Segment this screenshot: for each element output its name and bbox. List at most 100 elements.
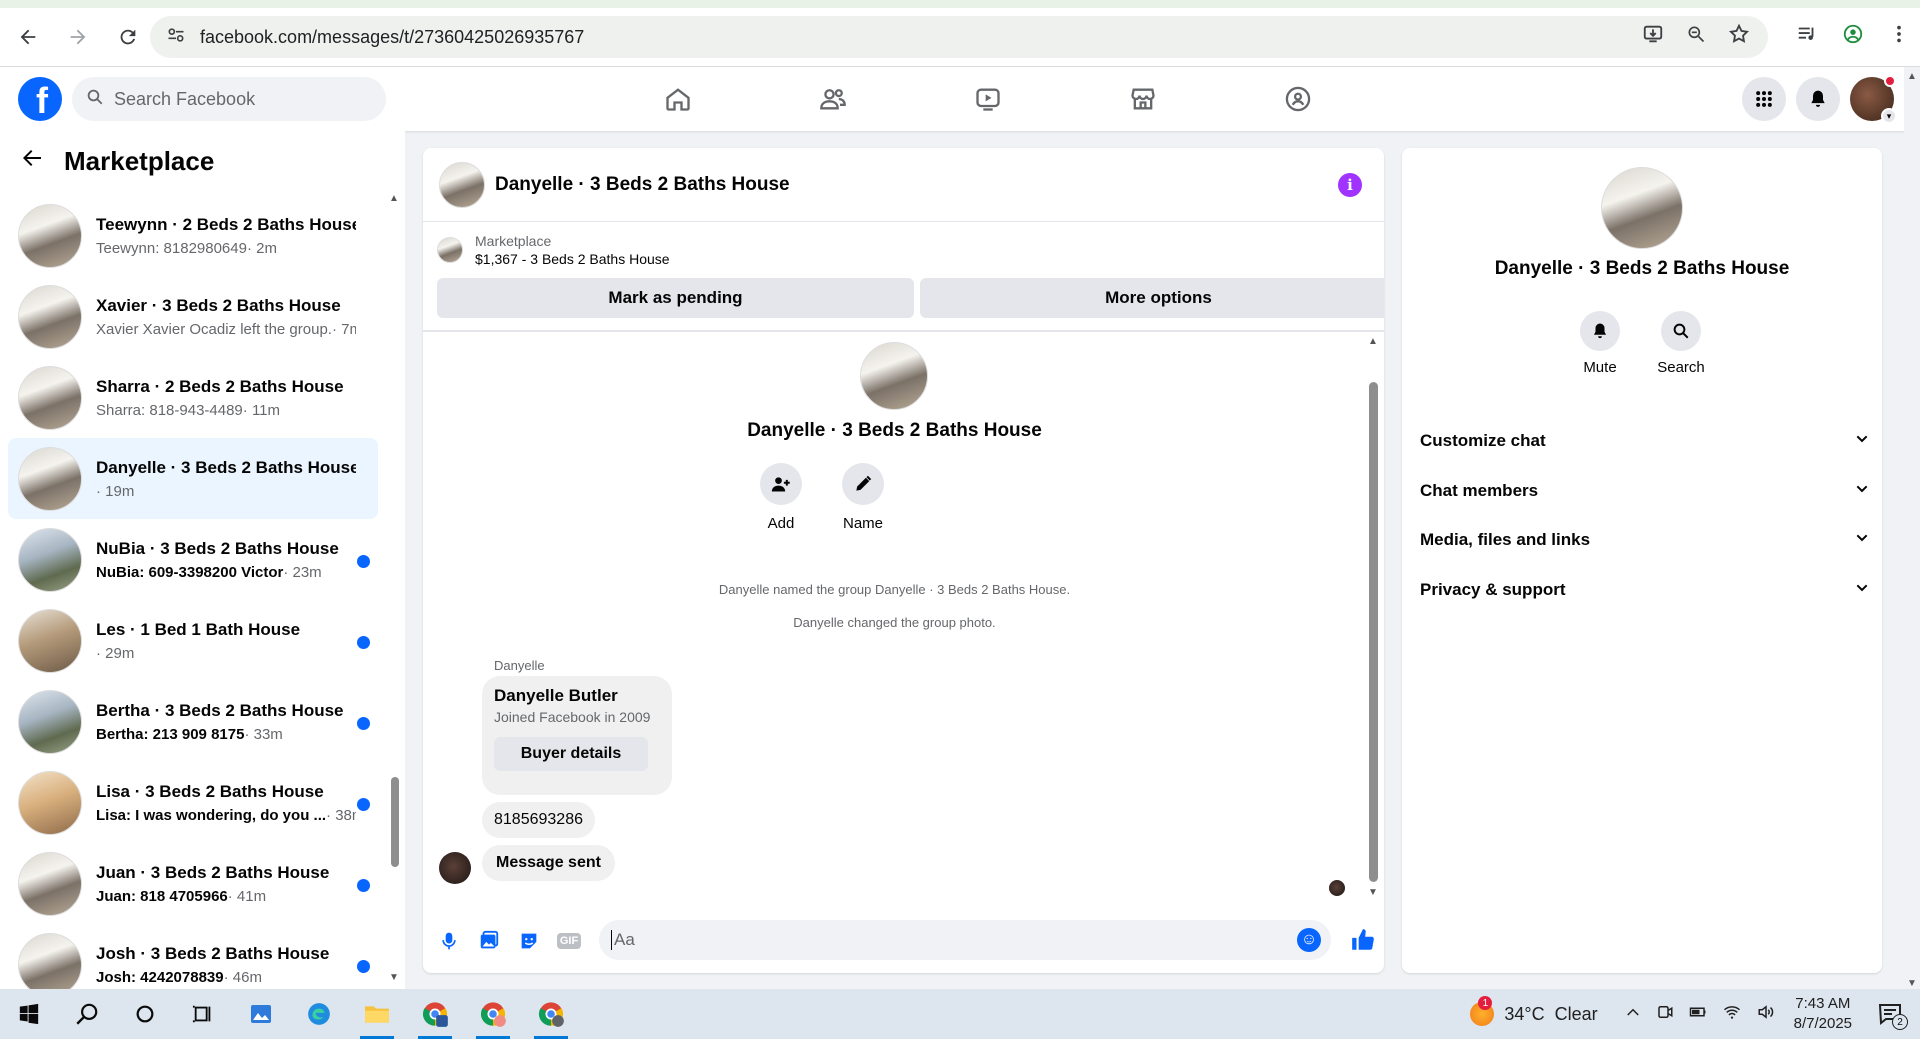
group-photo[interactable] [1601,167,1683,249]
message-bubble[interactable]: 8185693286 [482,802,595,838]
gif-icon[interactable]: GIF [549,921,589,961]
groups-icon[interactable] [1220,67,1375,131]
back-arrow-icon[interactable] [20,145,44,177]
scroll-up-icon[interactable]: ▲ [1368,336,1378,347]
browser-menu-icon[interactable] [1888,23,1910,51]
chat-members-row[interactable]: Chat members [1420,471,1870,511]
system-message: Danyelle changed the group photo. [793,615,996,630]
conversation-item[interactable]: Les · 1 Bed 1 Bath House · 29m [8,600,378,681]
search-action[interactable]: Search [1651,311,1711,376]
account-avatar[interactable]: ▾ [1850,75,1897,124]
sticker-icon[interactable] [509,921,549,961]
scroll-down-icon[interactable]: ▼ [389,972,399,983]
conversation-item[interactable]: NuBia · 3 Beds 2 Baths House NuBia: 609-… [8,519,378,600]
wifi-icon[interactable] [1722,1003,1742,1026]
cortana-icon[interactable] [116,989,174,1039]
edge-browser-icon[interactable] [290,989,348,1039]
conversation-item[interactable]: Lisa · 3 Beds 2 Baths House Lisa: I was … [8,762,378,843]
name-group-action[interactable]: Name [833,463,893,532]
chrome-profile-icon[interactable] [464,989,522,1039]
message-bubble[interactable]: Message sent [482,845,615,881]
pencil-icon[interactable] [842,463,884,505]
scroll-down-icon[interactable]: ▼ [1368,887,1378,898]
search-placeholder[interactable]: Search Facebook [114,89,255,110]
scroll-up-icon[interactable]: ▲ [1907,71,1917,82]
conversation-item[interactable]: Xavier · 3 Beds 2 Baths House Xavier Xav… [8,276,378,357]
clock[interactable]: 7:43 AM 8/7/2025 [1794,994,1852,1034]
scroll-down-icon[interactable]: ▼ [1907,978,1917,989]
profile-icon[interactable] [1842,23,1864,51]
unread-dot [357,717,370,730]
scrollbar-thumb[interactable] [391,777,399,867]
windows-start-icon[interactable] [0,989,58,1039]
message-input[interactable]: Aa ☺ [599,920,1331,960]
windows-taskbar: 1 34°C Clear 7:43 AM 8/7/2025 2 [0,989,1920,1039]
conversation-item[interactable]: Sharra · 2 Beds 2 Baths House Sharra: 81… [8,357,378,438]
file-explorer-icon[interactable] [348,989,406,1039]
address-bar[interactable]: facebook.com/messages/t/2736042502693576… [150,16,1768,58]
mark-as-pending-button[interactable]: Mark as pending [437,278,914,318]
buyer-details-button[interactable]: Buyer details [494,737,648,771]
marketplace-icon[interactable] [1065,67,1220,131]
conversation-item[interactable]: Juan · 3 Beds 2 Baths House Juan: 818 47… [8,843,378,924]
chevron-up-icon[interactable] [1624,1003,1642,1026]
back-icon[interactable] [6,15,50,59]
forward-icon[interactable] [56,15,100,59]
install-app-icon[interactable] [1642,23,1664,51]
reload-icon[interactable] [106,15,150,59]
info-icon[interactable]: i [1338,173,1362,197]
battery-icon[interactable] [1688,1003,1708,1026]
conversation-title: NuBia · 3 Beds 2 Baths House [96,538,339,558]
site-info-icon[interactable] [166,25,186,50]
conversation-item[interactable]: Bertha · 3 Beds 2 Baths House Bertha: 21… [8,681,378,762]
media-files-links-row[interactable]: Media, files and links [1420,520,1870,560]
thread-scrollbar[interactable]: ▲ ▼ [1366,332,1380,902]
notifications-bell-icon[interactable] [1796,77,1840,121]
chat-title[interactable]: Danyelle · 3 Beds 2 Baths House [495,174,790,196]
media-control-icon[interactable] [1796,23,1818,51]
chrome-word-icon[interactable] [406,989,464,1039]
video-icon[interactable] [910,67,1065,131]
section-label: Chat members [1420,481,1539,500]
meet-now-icon[interactable] [1656,1003,1674,1026]
scroll-up-icon[interactable]: ▲ [389,193,399,204]
bookmark-star-icon[interactable] [1728,23,1750,51]
more-options-button[interactable]: More options [920,278,1384,318]
task-view-icon[interactable] [174,989,232,1039]
facebook-logo-icon[interactable]: f [18,77,62,121]
thumbs-up-icon[interactable] [1343,920,1383,960]
add-person-icon[interactable] [760,463,802,505]
conversation-item[interactable]: Teewynn · 2 Beds 2 Baths House Teewynn: … [8,195,378,276]
menu-grid-icon[interactable] [1742,77,1786,121]
marketplace-listing[interactable]: Marketplace $1,367 - 3 Beds 2 Baths Hous… [437,233,670,267]
chrome-active-icon[interactable] [522,989,580,1039]
sidebar-scrollbar[interactable]: ▲ ▼ [389,193,401,983]
emoji-icon[interactable]: ☺ [1297,928,1321,952]
photo-icon[interactable] [469,921,509,961]
photos-app-icon[interactable] [232,989,290,1039]
bell-icon[interactable] [1580,311,1620,351]
volume-icon[interactable] [1756,1003,1776,1026]
url-text[interactable]: facebook.com/messages/t/2736042502693576… [200,27,584,48]
facebook-search[interactable]: Search Facebook [72,77,386,121]
taskbar-search-icon[interactable] [58,989,116,1039]
search-icon[interactable] [1661,311,1701,351]
zoom-icon[interactable] [1686,24,1706,50]
scrollbar-thumb[interactable] [1369,382,1378,882]
privacy-support-row[interactable]: Privacy & support [1420,570,1870,610]
home-icon[interactable] [600,67,755,131]
page-scrollbar[interactable]: ▲ ▼ [1904,67,1920,989]
chat-thumbnail[interactable] [439,161,485,208]
sender-avatar[interactable] [439,852,471,884]
conversation-item-active[interactable]: Danyelle · 3 Beds 2 Baths House · 19m [8,438,378,519]
customize-chat-row[interactable]: Customize chat [1420,421,1870,461]
friends-icon[interactable] [755,67,910,131]
weather-widget[interactable]: 1 34°C Clear [1470,996,1598,1026]
mute-action[interactable]: Mute [1570,311,1630,376]
notification-center-icon[interactable]: 2 [1878,1002,1908,1030]
system-tray: 1 34°C Clear 7:43 AM 8/7/2025 2 [1470,989,1920,1039]
microphone-icon[interactable] [429,921,469,961]
chevron-down-icon[interactable]: ▾ [1881,108,1897,124]
chevron-down-icon [1854,431,1870,452]
add-people-action[interactable]: Add [751,463,811,532]
